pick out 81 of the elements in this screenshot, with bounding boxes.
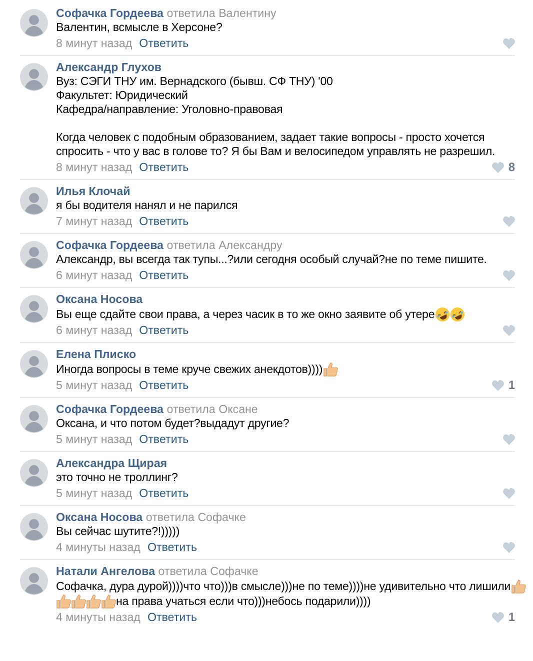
timestamp[interactable]: 6 минут назад: [56, 323, 132, 338]
heart-icon[interactable]: [503, 38, 515, 49]
comment-text: я бы водителя нанял и не парился: [56, 199, 238, 213]
comment-text: Софачка, дура дурой))))что что)))в смысле)))не по теме))))не удивительно что лишили: [56, 580, 511, 594]
comment-text: Александр, вы всегда так тупы...?или сегодня особый случай?не по теме пишите.: [56, 253, 487, 267]
author-name[interactable]: Илья Клочай: [56, 185, 130, 198]
author-name[interactable]: Оксана Носова: [56, 293, 143, 306]
like-count: 1: [508, 610, 515, 625]
comment-text: Факультет: Юридический: [56, 89, 188, 103]
comment-text: спросить - что у вас в голове то? Я бы Вам и велосипедом управлять не разрешил.: [56, 145, 496, 159]
laughing-emoji: [450, 307, 465, 322]
comment-text: на права учаться если что)))небось подарили)))): [116, 594, 371, 608]
reply-link[interactable]: Ответить: [139, 486, 189, 501]
author-name[interactable]: Софачка Гордеева: [56, 403, 164, 416]
avatar[interactable]: [20, 241, 48, 269]
reply-link[interactable]: Ответить: [139, 323, 189, 338]
reply-link[interactable]: Ответить: [147, 610, 197, 625]
timestamp[interactable]: 4 минуты назад: [56, 540, 140, 555]
reply-to-label[interactable]: ответила Софачке: [146, 511, 246, 524]
author-name[interactable]: Елена Плиско: [56, 348, 136, 361]
thumbs-up-emoji: [71, 594, 86, 609]
comment-text: Вы еще сдайте свои права, а через часик в то же окно заявите об утере: [56, 308, 435, 322]
timestamp[interactable]: 4 минуты назад: [56, 610, 140, 625]
reply-link[interactable]: Ответить: [139, 36, 189, 51]
heart-icon[interactable]: [503, 434, 515, 445]
author-name[interactable]: Софачка Гордеева: [56, 7, 164, 20]
thumbs-up-emoji: [86, 594, 101, 609]
reply-link[interactable]: Ответить: [139, 268, 189, 283]
comment-text: Оксана, и что потом будет?выдадут другие?: [56, 417, 290, 431]
thumbs-up-emoji: [510, 579, 526, 594]
reply-link[interactable]: Ответить: [139, 432, 189, 447]
reply-link[interactable]: Ответить: [147, 540, 197, 555]
heart-icon[interactable]: [503, 542, 515, 553]
heart-icon[interactable]: [503, 488, 515, 499]
avatar[interactable]: [20, 295, 48, 323]
author-name[interactable]: Оксана Носова: [56, 511, 143, 524]
reply-link[interactable]: Ответить: [139, 160, 189, 175]
reply-link[interactable]: Ответить: [139, 378, 189, 393]
heart-icon[interactable]: [503, 216, 515, 227]
thumbs-up-emoji: [56, 594, 71, 609]
timestamp[interactable]: 5 минут назад: [56, 378, 132, 393]
author-name[interactable]: Софачка Гордеева: [56, 239, 164, 252]
avatar[interactable]: [20, 350, 48, 378]
comment-text: Иногда вопросы в теме круче свежих анекдотов)))): [56, 362, 323, 376]
comment-text: Кафедра/направление: Уголовно-правовая: [56, 103, 283, 117]
heart-icon[interactable]: [503, 325, 515, 336]
timestamp[interactable]: 5 минут назад: [56, 432, 132, 447]
timestamp[interactable]: 8 минут назад: [56, 36, 132, 51]
heart-icon[interactable]: [492, 380, 504, 391]
heart-icon[interactable]: [492, 162, 504, 173]
like-count: 8: [508, 160, 515, 175]
timestamp[interactable]: 6 минут назад: [56, 268, 132, 283]
comment-text: Вы сейчас шутите?!))))): [56, 525, 180, 539]
reply-to-label[interactable]: ответила Александру: [166, 239, 282, 252]
avatar[interactable]: [20, 567, 48, 595]
laughing-emoji: [434, 307, 450, 322]
timestamp[interactable]: 7 минут назад: [56, 214, 132, 229]
heart-icon[interactable]: [503, 270, 515, 281]
timestamp[interactable]: 5 минут назад: [56, 486, 132, 501]
thumbs-up-emoji: [322, 362, 338, 377]
timestamp[interactable]: 8 минут назад: [56, 160, 132, 175]
author-name[interactable]: Александра Щирая: [56, 457, 168, 470]
avatar[interactable]: [20, 459, 48, 487]
reply-link[interactable]: Ответить: [139, 214, 189, 229]
avatar[interactable]: [20, 63, 48, 91]
heart-icon[interactable]: [492, 612, 504, 623]
comment-text: Когда человек с подобным образованием, задает такие вопросы - просто хочется: [56, 131, 485, 145]
thumbs-up-emoji: [101, 594, 116, 609]
like-count: 1: [508, 378, 515, 393]
author-name[interactable]: Натали Ангелова: [56, 565, 156, 578]
comment-text: Вуз: СЭГИ ТНУ им. Вернадского (бывш. СФ ТНУ) '00: [56, 75, 333, 89]
author-name[interactable]: Александр Глухов: [56, 61, 162, 74]
reply-to-label[interactable]: ответила Оксане: [166, 403, 258, 416]
avatar[interactable]: [20, 513, 48, 541]
avatar[interactable]: [20, 405, 48, 433]
avatar[interactable]: [20, 9, 48, 37]
reply-to-label[interactable]: ответила Софачке: [158, 565, 258, 578]
avatar[interactable]: [20, 187, 48, 215]
reply-to-label[interactable]: ответила Валентину: [166, 7, 276, 20]
comment-text: это точно не троллинг?: [56, 471, 178, 485]
comment-text: Валентин, всмысле в Херсоне?: [56, 21, 222, 35]
